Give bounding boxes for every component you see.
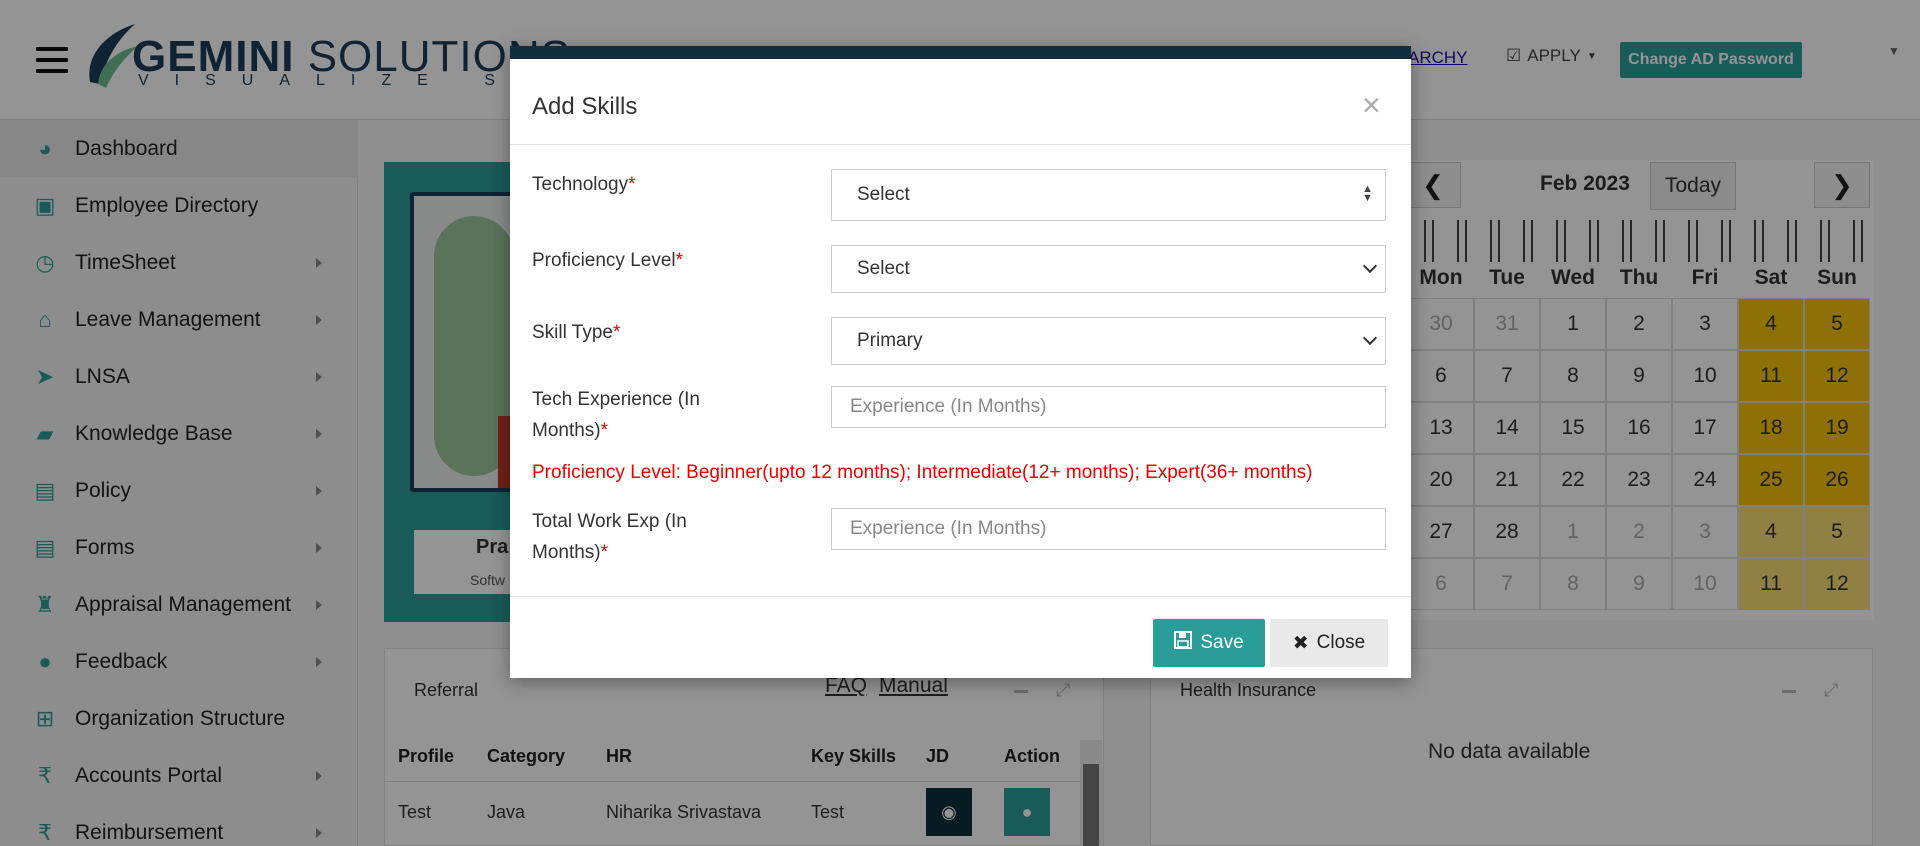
x-icon: ✖ [1292, 632, 1309, 654]
sort-arrows-icon: ▲ ▼ [1362, 183, 1373, 204]
total-work-exp-input[interactable]: Experience (In Months) [831, 508, 1386, 550]
floppy-disk-icon [1174, 631, 1193, 655]
chevron-down-icon [1362, 258, 1378, 274]
add-skills-modal: Add Skills × Technology* Select ▲ ▼ Profi… [510, 46, 1411, 678]
technology-select[interactable]: Select ▲ ▼ [831, 169, 1386, 221]
close-icon[interactable]: × [1362, 89, 1381, 121]
proficiency-select-value: Select [857, 258, 910, 279]
save-label: Save [1200, 632, 1244, 653]
proficiency-label: Proficiency Level* [532, 250, 684, 271]
save-button[interactable]: Save [1153, 619, 1265, 667]
tech-experience-input[interactable]: Experience (In Months) [831, 386, 1386, 428]
total-work-exp-label: Total Work Exp (In Months)* [532, 511, 687, 563]
skill-type-label: Skill Type* [532, 322, 621, 343]
close-button[interactable]: ✖ Close [1270, 619, 1388, 667]
modal-title: Add Skills [532, 93, 638, 120]
tech-experience-label: Tech Experience (In Months)* [532, 389, 700, 441]
proficiency-select[interactable]: Select [831, 245, 1386, 293]
skill-type-select[interactable]: Primary [831, 317, 1386, 365]
technology-label: Technology* [532, 174, 636, 195]
close-label: Close [1316, 632, 1366, 653]
skill-type-select-value: Primary [857, 330, 923, 351]
chevron-down-icon [1362, 330, 1378, 346]
technology-select-value: Select [857, 184, 910, 205]
proficiency-info-text: Proficiency Level: Beginner(upto 12 mont… [532, 462, 1313, 483]
